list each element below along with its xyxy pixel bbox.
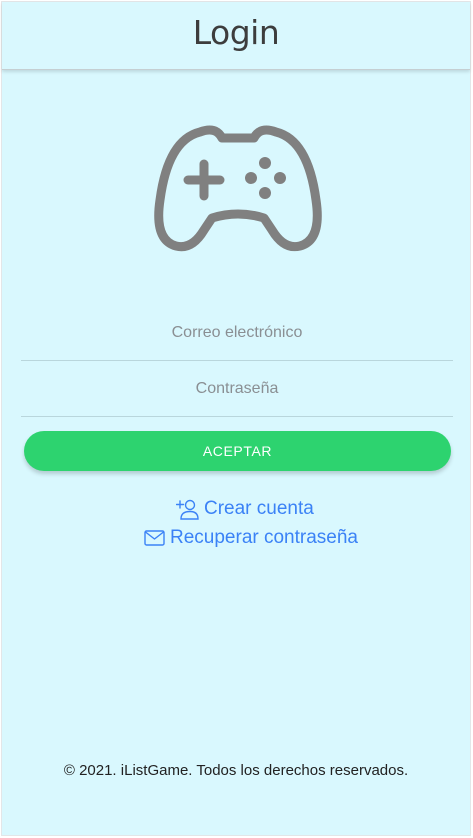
recover-password-link[interactable]: Recuperar contraseña xyxy=(144,527,358,549)
password-field[interactable] xyxy=(21,362,453,416)
email-field-wrapper xyxy=(21,306,453,361)
add-user-icon xyxy=(176,499,199,520)
create-account-link[interactable]: Crear cuenta xyxy=(176,498,314,520)
gamepad-icon xyxy=(148,122,328,254)
password-field-wrapper xyxy=(21,362,453,417)
accept-button[interactable]: ACEPTAR xyxy=(24,431,451,471)
create-account-label: Crear cuenta xyxy=(204,498,314,519)
mail-icon xyxy=(144,530,165,546)
recover-password-label: Recuperar contraseña xyxy=(170,527,358,548)
footer-copyright: © 2021. iListGame. Todos los derechos re… xyxy=(63,762,409,779)
app-screen: Login ACEPTAR Crear cuenta xyxy=(1,1,471,836)
header-bar: Login xyxy=(2,2,470,70)
page-title: Login xyxy=(192,13,280,52)
email-field[interactable] xyxy=(21,306,453,360)
